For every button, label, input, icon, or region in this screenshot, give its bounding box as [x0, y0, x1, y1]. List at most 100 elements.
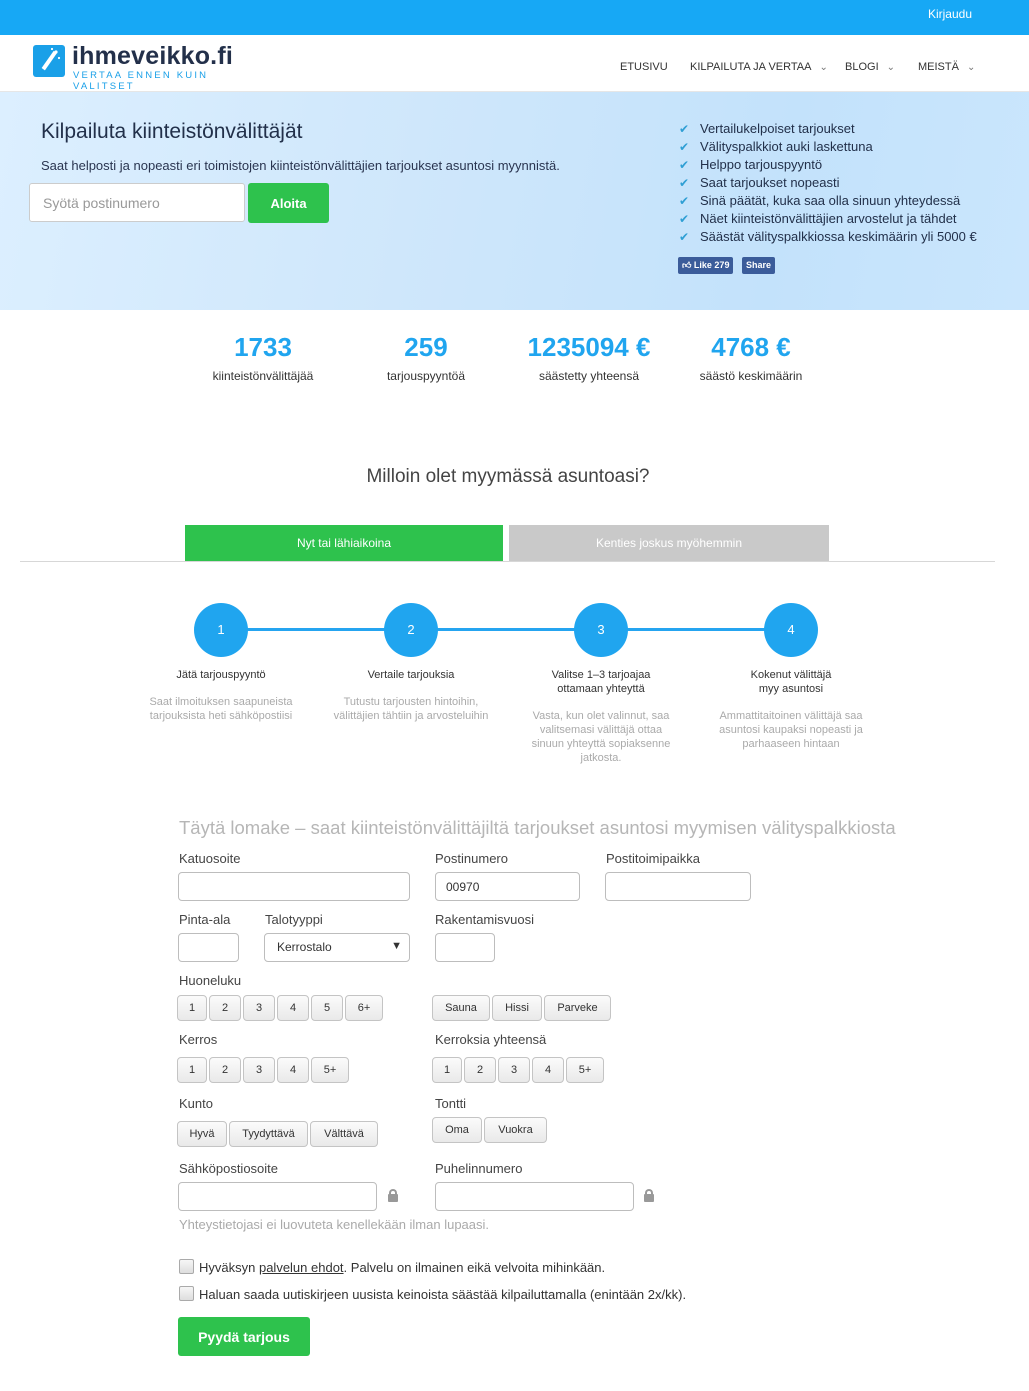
lock-icon — [644, 1189, 654, 1202]
feature-item: ✔ Säästät välityspalkkiossa keskimäärin y… — [679, 228, 977, 246]
year-input[interactable] — [435, 933, 495, 962]
step-title: Valitse 1–3 tarjoajaa ottamaan yhteyttä — [551, 669, 651, 695]
rooms-option[interactable]: 4 — [277, 995, 309, 1021]
feature-text: Saat tarjoukset nopeasti — [700, 175, 840, 190]
feature-item: ✔ Vertailukelpoiset tarjoukset — [679, 120, 977, 138]
house-type-label: Talotyyppi — [265, 912, 323, 927]
floor-option[interactable]: 4 — [277, 1057, 309, 1083]
newsletter-checkbox[interactable] — [179, 1286, 194, 1301]
stat-saved-average: 4768 € säästö keskimäärin — [686, 332, 816, 383]
rooms-option[interactable]: 2 — [209, 995, 241, 1021]
condition-option[interactable]: Hyvä — [177, 1121, 227, 1147]
checkmark-icon: ✔ — [679, 176, 690, 190]
extra-elevator[interactable]: Hissi — [492, 995, 542, 1021]
floor-option[interactable]: 3 — [243, 1057, 275, 1083]
feature-list: ✔ Vertailukelpoiset tarjoukset ✔ Välityspa… — [679, 120, 977, 246]
tab-later[interactable]: Kenties joskus myöhemmin — [509, 525, 829, 562]
condition-option[interactable]: Tyydyttävä — [229, 1121, 308, 1147]
rooms-label: Huoneluku — [179, 973, 242, 988]
tab-now[interactable]: Nyt tai lähiaikoina — [185, 525, 503, 562]
condition-option[interactable]: Välttävä — [310, 1121, 378, 1147]
area-input[interactable] — [178, 933, 239, 962]
stat-label: kiinteistönvälittäjää — [212, 369, 314, 383]
selling-question: Milloin olet myymässä asuntoasi? — [366, 466, 650, 487]
floor-option[interactable]: 2 — [209, 1057, 241, 1083]
start-button[interactable]: Aloita — [248, 183, 329, 223]
house-type-select[interactable]: Kerrostalo ▼ — [264, 933, 410, 962]
step-title: Kokenut välittäjä myy asuntosi — [750, 669, 832, 695]
floors-total-option[interactable]: 1 — [432, 1057, 462, 1083]
feature-text: Säästät välityspalkkiossa keskimäärin yl… — [700, 229, 977, 244]
floors-total-option[interactable]: 3 — [498, 1057, 530, 1083]
terms-link[interactable]: palvelun ehdot — [259, 1260, 344, 1275]
terms-text: Hyväksyn palvelun ehdot. Palvelu on ilma… — [199, 1260, 606, 1275]
phone-label: Puhelinnumero — [435, 1161, 523, 1176]
plot-label: Tontti — [435, 1096, 467, 1111]
street-input[interactable] — [178, 872, 410, 901]
hero-title: Kilpailuta kiinteistönvälittäjät — [41, 120, 303, 143]
nav-about[interactable]: MEISTÄ ⌄ — [918, 61, 975, 73]
logo-name: ihmeveikko.fi — [72, 42, 233, 70]
step-description: Vasta, kun olet valinnut, saa valitsemas… — [531, 710, 671, 764]
step-3: 3 Valitse 1–3 tarjoajaa ottamaan yhteyttä… — [506, 603, 696, 765]
rooms-option[interactable]: 5 — [311, 995, 343, 1021]
nav-blog-label: BLOGI — [845, 61, 879, 73]
terms-checkbox[interactable] — [179, 1259, 194, 1274]
street-label: Katuosoite — [179, 851, 241, 866]
stat-requests: 259 tarjouspyyntöä — [371, 332, 481, 383]
rooms-option[interactable]: 1 — [177, 995, 207, 1021]
stat-realtors: 1733 kiinteistönvälittäjää — [198, 332, 328, 383]
city-label: Postitoimipaikka — [606, 851, 700, 866]
step-number: 4 — [764, 603, 818, 657]
nav-home-label: ETUSIVU — [620, 61, 668, 73]
step-description: Ammattitaitoinen välittäjä saa asuntosi … — [719, 710, 863, 750]
floor-option[interactable]: 1 — [177, 1057, 207, 1083]
feature-text: Välityspalkkiot auki laskettuna — [700, 139, 873, 154]
stat-value: 1733 — [234, 332, 292, 362]
postcode-input[interactable] — [29, 183, 245, 222]
floors-total-option[interactable]: 5+ — [566, 1057, 604, 1083]
nav-about-label: MEISTÄ — [918, 61, 959, 73]
plot-option[interactable]: Oma — [432, 1117, 482, 1143]
postcode-field[interactable] — [435, 872, 580, 901]
feature-item: ✔ Välityspalkkiot auki laskettuna — [679, 138, 977, 156]
postcode-label: Postinumero — [435, 851, 508, 866]
login-link[interactable]: Kirjaudu — [928, 7, 972, 21]
stat-label: tarjouspyyntöä — [386, 369, 466, 383]
extra-sauna[interactable]: Sauna — [432, 995, 490, 1021]
tab-divider — [20, 561, 995, 562]
step-4: 4 Kokenut välittäjä myy asuntosi Ammattit… — [696, 603, 886, 751]
city-input[interactable] — [605, 872, 751, 901]
magic-wand-icon — [33, 45, 65, 77]
nav-compare[interactable]: KILPAILUTA JA VERTAA ⌄ — [690, 61, 828, 73]
area-label: Pinta-ala — [179, 912, 231, 927]
plot-option[interactable]: Vuokra — [484, 1117, 547, 1143]
feature-item: ✔ Saat tarjoukset nopeasti — [679, 174, 977, 192]
site-logo[interactable]: ihmeveikko.fi VERTAA ENNEN KUIN VALITSET — [33, 42, 253, 92]
top-bar: Kirjaudu — [0, 0, 1029, 35]
floor-option[interactable]: 5+ — [311, 1057, 349, 1083]
extra-balcony[interactable]: Parveke — [544, 995, 611, 1021]
step-title: Jätä tarjouspyyntö — [176, 669, 266, 681]
checkmark-icon: ✔ — [679, 140, 690, 154]
floors-total-option[interactable]: 4 — [532, 1057, 564, 1083]
nav-home[interactable]: ETUSIVU — [620, 61, 668, 73]
lock-icon — [388, 1189, 398, 1202]
email-field[interactable] — [178, 1182, 377, 1211]
step-number: 1 — [194, 603, 248, 657]
floors-total-label: Kerroksia yhteensä — [435, 1032, 547, 1047]
phone-field[interactable] — [435, 1182, 634, 1211]
rooms-option[interactable]: 3 — [243, 995, 275, 1021]
nav-compare-label: KILPAILUTA JA VERTAA — [690, 61, 812, 73]
step-2: 2 Vertaile tarjouksia Tutustu tarjousten… — [316, 603, 506, 723]
rooms-option[interactable]: 6+ — [345, 995, 383, 1021]
submit-button[interactable]: Pyydä tarjous — [178, 1317, 310, 1356]
chevron-down-icon: ⌄ — [966, 62, 976, 73]
facebook-share-button[interactable]: Share — [742, 257, 776, 274]
nav-blog[interactable]: BLOGI ⌄ — [845, 61, 895, 73]
stat-value: 4768 € — [711, 332, 791, 362]
facebook-like-button[interactable]: 👍︎ Like 279 — [678, 257, 734, 274]
floors-total-option[interactable]: 2 — [464, 1057, 496, 1083]
year-label: Rakentamisvuosi — [435, 912, 534, 927]
step-description: Tutustu tarjousten hintoihin, välittäjie… — [333, 696, 489, 722]
